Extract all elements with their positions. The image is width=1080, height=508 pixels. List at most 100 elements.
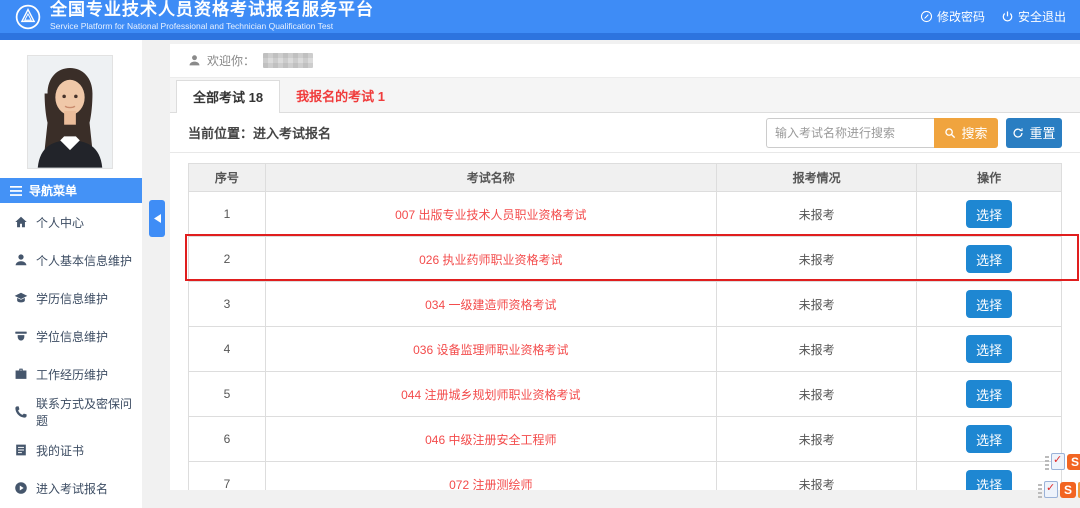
welcome-bar: 欢迎你： (170, 44, 1080, 78)
user-small-icon (188, 54, 201, 67)
sidebar: 导航菜单 个人中心 个人基本信息维护 学历信息维护 学位信息维护 工作经历维护 … (0, 40, 142, 508)
column-header-status: 报考情况 (717, 164, 918, 191)
refresh-icon (1012, 127, 1024, 139)
search-input[interactable] (766, 118, 934, 148)
exam-table-wrap: 序号 考试名称 报考情况 操作 1 007 出版专业技术人员职业资格考试 未报考… (170, 153, 1080, 490)
portrait-image (28, 56, 112, 168)
sidebar-item-label: 工作经历维护 (36, 366, 108, 383)
reset-button-label: 重置 (1029, 123, 1055, 142)
sidebar-item-enter-exam-registration[interactable]: 进入考试报名 (0, 469, 142, 507)
note-check-icon[interactable] (1044, 481, 1058, 498)
exam-name-link[interactable]: 046 中级注册安全工程师 (425, 431, 556, 448)
search-button-label: 搜索 (961, 123, 987, 142)
tab-all-exams[interactable]: 全部考试 18 (176, 80, 280, 113)
graduation-cap-icon (14, 291, 28, 305)
nav-menu-label: 导航菜单 (29, 182, 77, 199)
row-number: 6 (189, 417, 266, 461)
sidebar-item-label: 个人中心 (36, 214, 84, 231)
sidebar-item-education-info[interactable]: 学历信息维护 (0, 279, 142, 317)
user-id-photo (27, 55, 113, 169)
sidebar-item-label: 个人基本信息维护 (36, 252, 132, 269)
table-row: 3 034 一级建造师资格考试 未报考 选择 (189, 282, 1061, 327)
select-button[interactable]: 选择 (966, 380, 1012, 408)
sidebar-item-contact-security[interactable]: 联系方式及密保问题 (0, 393, 142, 431)
row-number: 3 (189, 282, 266, 326)
select-button[interactable]: 选择 (966, 425, 1012, 453)
phone-icon (14, 405, 28, 419)
table-row: 1 007 出版专业技术人员职业资格考试 未报考 选择 (189, 192, 1061, 237)
sidebar-item-basic-info[interactable]: 个人基本信息维护 (0, 241, 142, 279)
sidebar-item-my-certificates[interactable]: 我的证书 (0, 431, 142, 469)
sogou-s-icon[interactable]: S (1060, 482, 1076, 498)
exam-name-link[interactable]: 007 出版专业技术人员职业资格考试 (395, 206, 586, 223)
logout-link[interactable]: 安全退出 (1001, 8, 1066, 25)
user-name-redacted (263, 53, 313, 68)
row-number: 5 (189, 372, 266, 416)
sidebar-item-label: 我的证书 (36, 442, 84, 459)
table-row: 7 072 注册测绘师 未报考 选择 (189, 462, 1061, 490)
sidebar-item-personal-center[interactable]: 个人中心 (0, 203, 142, 241)
search-group: 搜索 重置 (766, 118, 1062, 148)
drag-handle-icon[interactable] (1045, 454, 1049, 470)
header-accent-stripe (0, 33, 1080, 40)
page-title: 全国专业技术人员资格考试报名服务平台 (50, 1, 374, 20)
sidebar-item-degree-info[interactable]: 学位信息维护 (0, 317, 142, 355)
chevron-left-icon (154, 214, 161, 223)
home-icon (14, 215, 28, 229)
degree-cap-icon (14, 329, 28, 343)
sogou-s-icon[interactable]: S (1067, 454, 1080, 470)
sidebar-item-work-experience[interactable]: 工作经历维护 (0, 355, 142, 393)
change-password-link[interactable]: 修改密码 (920, 8, 985, 25)
select-button[interactable]: 选择 (966, 335, 1012, 363)
change-password-label: 修改密码 (937, 8, 985, 25)
power-icon (1001, 10, 1014, 23)
select-button[interactable]: 选择 (966, 290, 1012, 318)
exam-table: 序号 考试名称 报考情况 操作 1 007 出版专业技术人员职业资格考试 未报考… (188, 163, 1062, 490)
select-button[interactable]: 选择 (966, 245, 1012, 273)
select-button[interactable]: 选择 (966, 470, 1012, 490)
table-row: 5 044 注册城乡规划师职业资格考试 未报考 选择 (189, 372, 1061, 417)
hamburger-icon (10, 185, 22, 197)
tab-bar: 全部考试 18 我报名的考试 1 (170, 78, 1080, 113)
sidebar-item-label: 学历信息维护 (36, 290, 108, 307)
row-number: 7 (189, 462, 266, 490)
table-row: 2 026 执业药师职业资格考试 未报考 选择 (189, 237, 1061, 282)
row-number: 1 (189, 192, 266, 236)
table-row: 6 046 中级注册安全工程师 未报考 选择 (189, 417, 1061, 462)
nav-menu-header[interactable]: 导航菜单 (0, 178, 142, 203)
reset-button[interactable]: 重置 (1006, 118, 1062, 148)
drag-handle-icon[interactable] (1038, 482, 1042, 498)
column-header-no: 序号 (189, 164, 266, 191)
exam-name-link[interactable]: 044 注册城乡规划师职业资格考试 (401, 386, 580, 403)
sidebar-menu: 个人中心 个人基本信息维护 学历信息维护 学位信息维护 工作经历维护 联系方式及… (0, 203, 142, 507)
exam-name-link[interactable]: 026 执业药师职业资格考试 (419, 251, 562, 268)
user-icon (14, 253, 28, 267)
search-icon (944, 127, 956, 139)
page-subtitle: Service Platform for National Profession… (50, 22, 374, 31)
breadcrumb-row: 当前位置：进入考试报名 搜索 重置 (170, 113, 1080, 153)
exam-name-link[interactable]: 036 设备监理师职业资格考试 (413, 341, 568, 358)
tab-my-registered-exams[interactable]: 我报名的考试 1 (280, 80, 401, 112)
row-number: 2 (189, 237, 266, 281)
column-header-exam-name: 考试名称 (266, 164, 717, 191)
select-button[interactable]: 选择 (966, 200, 1012, 228)
exam-status: 未报考 (717, 237, 918, 281)
certificate-icon (14, 443, 28, 457)
edit-password-icon (920, 10, 933, 23)
breadcrumb: 当前位置：进入考试报名 (188, 123, 331, 142)
exam-name-link[interactable]: 034 一级建造师资格考试 (425, 296, 556, 313)
sidebar-item-label: 学位信息维护 (36, 328, 108, 345)
logout-label: 安全退出 (1018, 8, 1066, 25)
platform-logo-icon (14, 3, 42, 31)
play-circle-icon (14, 481, 28, 495)
search-button[interactable]: 搜索 (934, 118, 998, 148)
floating-toolbar-2: S (1038, 481, 1080, 498)
exam-name-link[interactable]: 072 注册测绘师 (449, 476, 532, 491)
sidebar-collapse-button[interactable] (149, 200, 165, 237)
note-check-icon[interactable] (1051, 453, 1065, 470)
floating-toolbar-1: S (1045, 453, 1080, 470)
column-header-operation: 操作 (917, 164, 1061, 191)
exam-status: 未报考 (717, 462, 918, 490)
table-row: 4 036 设备监理师职业资格考试 未报考 选择 (189, 327, 1061, 372)
app-header: 全国专业技术人员资格考试报名服务平台 Service Platform for … (0, 0, 1080, 33)
